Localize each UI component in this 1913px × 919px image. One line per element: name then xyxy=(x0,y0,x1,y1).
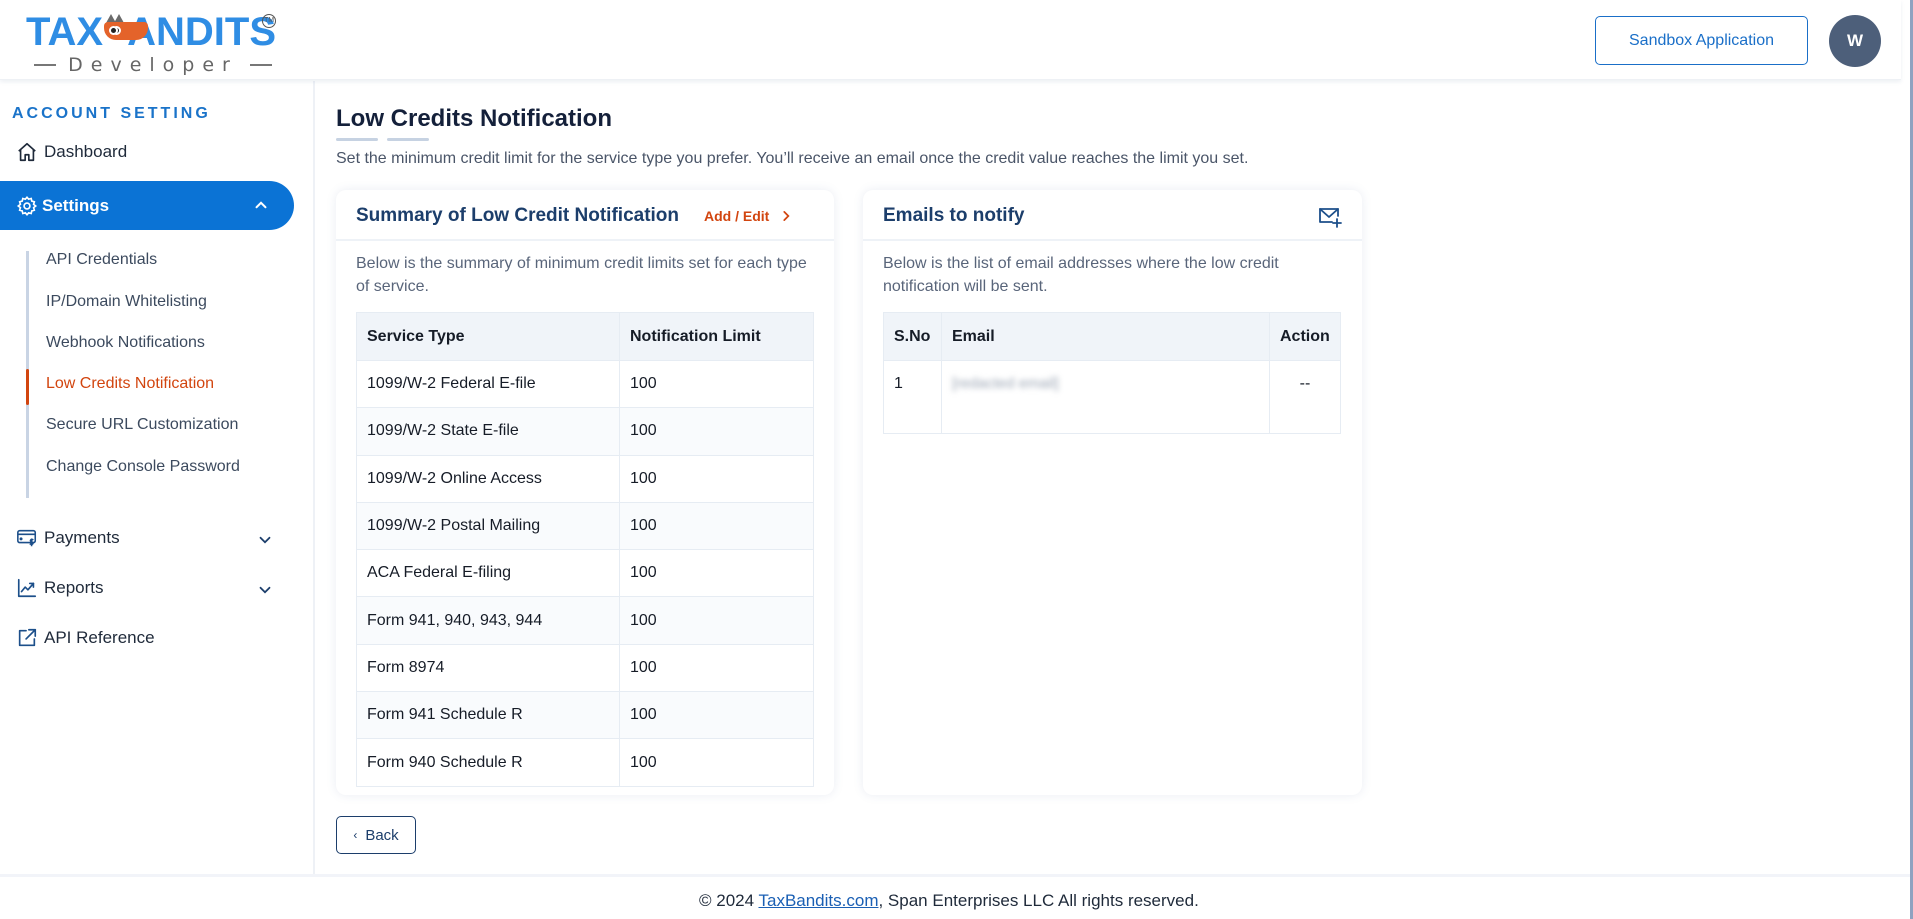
summary-row: Form 8974 100 xyxy=(356,643,814,693)
notification-limit-cell: 100 xyxy=(619,691,814,740)
title-underline xyxy=(387,138,429,141)
sidebar-subitem-low-credits-notification[interactable]: Low Credits Notification xyxy=(46,375,214,393)
page-title: Low Credits Notification xyxy=(336,105,612,132)
sidebar-item-label: Payments xyxy=(44,528,120,547)
sidebar-item-label: Settings xyxy=(42,195,110,215)
notification-limit-cell: 100 xyxy=(619,549,814,598)
notification-limit-cell: 100 xyxy=(619,454,814,503)
summary-card: Summary of Low Credit Notification Add /… xyxy=(336,190,834,795)
chevron-down-icon[interactable] xyxy=(256,581,274,599)
summary-row: 1099/W-2 State E-file 100 xyxy=(356,407,814,456)
top-header: TAX ANDITS TM Developer Sandbox Applicat… xyxy=(0,0,1901,80)
service-type-cell: Form 941 Schedule R xyxy=(356,691,620,740)
page-description: Set the minimum credit limit for the ser… xyxy=(336,150,1249,167)
sidebar-item-payments[interactable]: Payments xyxy=(16,527,120,549)
column-header-action: Action xyxy=(1269,312,1341,361)
notification-limit-cell: 100 xyxy=(619,738,814,787)
sidebar-item-settings[interactable]: Settings xyxy=(0,181,294,230)
summary-row: 1099/W-2 Online Access 100 xyxy=(356,454,814,503)
summary-row: Form 940 Schedule R 100 xyxy=(356,738,814,787)
copyright-suffix: , Span Enterprises LLC All rights reserv… xyxy=(878,891,1199,910)
service-type-cell: Form 940 Schedule R xyxy=(356,738,620,787)
summary-row: 1099/W-2 Federal E-file 100 xyxy=(356,359,814,409)
external-link-icon xyxy=(18,628,37,647)
summary-table: Service Type Notification Limit 1099/W-2… xyxy=(356,312,814,787)
notification-limit-cell: 100 xyxy=(619,643,814,693)
payment-card-icon xyxy=(17,529,37,547)
emails-card: Emails to notify Below is the list of em… xyxy=(863,190,1362,795)
back-button[interactable]: ‹ Back xyxy=(336,816,416,854)
chevron-left-icon: ‹ xyxy=(353,828,358,842)
user-avatar[interactable]: W xyxy=(1829,15,1881,67)
service-type-cell: 1099/W-2 Postal Mailing xyxy=(356,501,620,551)
service-type-cell: Form 941, 940, 943, 944 xyxy=(356,596,620,645)
sidebar-subitem-change-console-password[interactable]: Change Console Password xyxy=(46,458,240,476)
chevron-up-icon[interactable] xyxy=(252,196,270,214)
sidebar-item-dashboard[interactable]: Dashboard xyxy=(16,141,127,163)
copyright-prefix: © 2024 xyxy=(699,891,759,910)
summary-row: Form 941, 940, 943, 944 100 xyxy=(356,596,814,645)
email-action: -- xyxy=(1269,360,1341,434)
service-type-cell: 1099/W-2 State E-file xyxy=(356,407,620,456)
summary-card-title: Summary of Low Credit Notification xyxy=(356,205,680,226)
sidebar-item-label: API Reference xyxy=(44,628,155,647)
sidebar-item-label: Reports xyxy=(44,578,104,597)
sidebar-subitem-webhook-notifications[interactable]: Webhook Notifications xyxy=(46,334,205,352)
emails-table: S.No Email Action 1 [redacted email] -- xyxy=(883,312,1341,434)
sidebar-section-title: ACCOUNT SETTING xyxy=(12,105,211,122)
settings-submenu: API Credentials IP/Domain Whitelisting W… xyxy=(26,251,296,498)
column-header-email: Email xyxy=(941,312,1270,361)
gear-icon xyxy=(16,195,38,216)
sidebar-subitem-secure-url-customization[interactable]: Secure URL Customization xyxy=(46,416,238,434)
notification-limit-cell: 100 xyxy=(619,501,814,551)
footer: © 2024 TaxBandits.com, Span Enterprises … xyxy=(0,874,1910,919)
emails-card-title: Emails to notify xyxy=(883,205,1025,226)
trademark-icon: TM xyxy=(262,14,276,28)
logo-brand-left: TAX xyxy=(26,10,104,54)
add-edit-link[interactable]: Add / Edit xyxy=(704,208,793,224)
service-type-cell: 1099/W-2 Online Access xyxy=(356,454,620,503)
chevron-right-icon xyxy=(783,211,790,221)
bandit-mask-icon xyxy=(104,14,149,46)
service-type-cell: 1099/W-2 Federal E-file xyxy=(356,359,620,409)
summary-row: Form 941 Schedule R 100 xyxy=(356,691,814,740)
sandbox-application-button[interactable]: Sandbox Application xyxy=(1595,16,1808,65)
column-header-sno: S.No xyxy=(883,312,942,361)
chevron-down-icon[interactable] xyxy=(256,531,274,549)
taxbandits-developer-logo[interactable]: TAX ANDITS TM Developer xyxy=(26,10,276,76)
notification-limit-cell: 100 xyxy=(619,407,814,456)
column-header-service-type: Service Type xyxy=(356,312,620,361)
sidebar-item-api-reference[interactable]: API Reference xyxy=(16,627,155,649)
active-indicator xyxy=(26,369,29,405)
column-header-notification-limit: Notification Limit xyxy=(619,312,814,361)
summary-row: ACA Federal E-filing 100 xyxy=(356,549,814,598)
chart-trend-icon xyxy=(17,578,37,598)
taxbandits-link[interactable]: TaxBandits.com xyxy=(758,891,878,910)
email-row: 1 [redacted email] -- xyxy=(883,360,1341,434)
home-icon xyxy=(18,142,36,162)
service-type-cell: Form 8974 xyxy=(356,643,620,693)
back-button-label: Back xyxy=(365,826,399,844)
sidebar-item-label: Dashboard xyxy=(44,142,128,161)
email-sno: 1 xyxy=(883,360,942,434)
add-edit-label: Add / Edit xyxy=(704,208,770,224)
summary-card-description: Below is the summary of minimum credit l… xyxy=(356,255,807,295)
sidebar-subitem-ip-domain-whitelisting[interactable]: IP/Domain Whitelisting xyxy=(46,293,207,311)
logo-divider xyxy=(249,64,272,66)
footer-copyright: © 2024 TaxBandits.com, Span Enterprises … xyxy=(699,891,1199,911)
service-type-cell: ACA Federal E-filing xyxy=(356,549,620,598)
sidebar: ACCOUNT SETTING Dashboard Settings API C… xyxy=(0,81,315,874)
logo-subtitle: Developer xyxy=(68,54,238,76)
email-address: [redacted email] xyxy=(952,375,1059,392)
title-underline xyxy=(336,138,378,141)
mail-add-icon[interactable] xyxy=(1318,206,1342,228)
sidebar-subitem-api-credentials[interactable]: API Credentials xyxy=(46,251,157,269)
logo-divider xyxy=(34,64,57,66)
sidebar-item-reports[interactable]: Reports xyxy=(16,577,104,599)
logo-brand-right: ANDITS xyxy=(127,10,276,54)
summary-row: 1099/W-2 Postal Mailing 100 xyxy=(356,501,814,551)
notification-limit-cell: 100 xyxy=(619,596,814,645)
notification-limit-cell: 100 xyxy=(619,359,814,409)
emails-card-description: Below is the list of email addresses whe… xyxy=(883,255,1279,295)
